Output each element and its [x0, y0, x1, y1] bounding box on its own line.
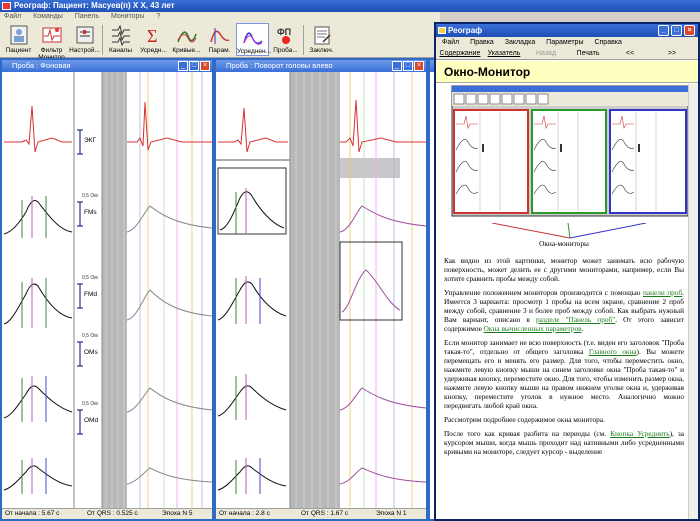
help-icon	[438, 27, 446, 34]
svg-text:ФП: ФП	[277, 27, 291, 37]
scale-label: 0,5 Ом	[82, 193, 98, 199]
status-epoch: Эпоха N 1	[376, 510, 407, 517]
patient-button[interactable]: Пациент	[2, 23, 35, 56]
link-main-window[interactable]: Главного окна	[589, 347, 637, 356]
patient-icon	[10, 25, 27, 45]
close-button[interactable]: ×	[414, 61, 424, 71]
svg-text:Σ: Σ	[147, 26, 157, 46]
index-button[interactable]: Указатель	[484, 48, 524, 59]
lead-label-oms: OMs	[84, 349, 98, 356]
help-menu-help[interactable]: Справка	[594, 39, 621, 46]
monitor-status-bar: От начала : 2.8 с От QRS : 1.67 с Эпоха …	[216, 508, 426, 519]
image-caption: Окна-мониторы	[539, 239, 589, 248]
link-computed-params-window[interactable]: Окна вычисленных параметров	[484, 324, 582, 333]
link-probe-panel[interactable]: панели проб	[643, 288, 682, 297]
contents-button[interactable]: Содержание	[438, 48, 482, 59]
lead-label-fmd: FMd	[84, 291, 97, 298]
help-title: Реограф	[448, 26, 483, 35]
conclusion-icon	[314, 26, 331, 45]
monitor-window-head-turn[interactable]: Проба : Поворот головы влево _ □ × От на…	[214, 58, 428, 521]
help-menu-file[interactable]: Файл	[442, 39, 459, 46]
settings-icon	[76, 26, 93, 44]
lead-label-omd: OMd	[84, 417, 99, 424]
close-button[interactable]: ×	[684, 25, 695, 36]
settings-button[interactable]: Настрой...	[68, 23, 101, 56]
main-menu-bar: Файл Команды Панель Мониторы ?	[0, 12, 440, 22]
menu-monitors[interactable]: Мониторы	[111, 13, 145, 20]
status-from-start: От начала : 2.8 с	[219, 510, 270, 517]
help-menu-edit[interactable]: Правка	[470, 39, 494, 46]
close-button[interactable]: ×	[200, 61, 210, 71]
paragraph: Рассмотрим подробнее содержимое окна мон…	[444, 415, 605, 424]
conclusion-button[interactable]: Заключ.	[305, 23, 338, 56]
app-icon	[2, 2, 11, 10]
help-nav-bar: Содержание Указатель Назад Печать << >>	[436, 48, 698, 60]
paragraph: После того как кривая разбита на периоды…	[444, 429, 685, 456]
params-button[interactable]: Парам.	[203, 23, 236, 56]
maximize-button[interactable]: □	[403, 61, 413, 71]
link-average-button[interactable]: Кнопка Усреднить	[610, 429, 669, 438]
averaged-icon	[242, 32, 263, 45]
curves-icon	[176, 31, 197, 43]
status-from-qrs: От QRS : 0.525 с	[87, 510, 138, 517]
menu-help[interactable]: ?	[156, 13, 160, 20]
channels-button[interactable]: Каналы	[104, 23, 137, 56]
scale-label: 0,5 Ом	[82, 401, 98, 407]
minimize-button[interactable]: _	[178, 61, 188, 71]
channels-icon	[111, 24, 130, 46]
help-menu-options[interactable]: Параметры	[546, 39, 583, 46]
monitor-title-bar[interactable]: Проба : Поворот головы влево _ □ ×	[216, 60, 426, 72]
callout-lines	[491, 223, 647, 239]
lead-label-ecg: ЭКГ	[84, 137, 96, 144]
main-window-title-bar[interactable]: Реограф: Пациент: Масуев(п) Х Х, 43 лет	[0, 0, 700, 12]
help-menu-bookmark[interactable]: Закладка	[505, 39, 535, 46]
menu-file[interactable]: Файл	[4, 13, 21, 20]
probe-button[interactable]: ФП Проба...	[269, 23, 302, 56]
average-button[interactable]: Σ Усредн...	[137, 23, 170, 56]
monitor-traces[interactable]	[2, 72, 212, 511]
monitor-title: Проба : Фоновая	[12, 61, 71, 70]
monitors-screenshot-image	[451, 85, 688, 217]
help-topic-heading: Окно-Монитор	[436, 61, 698, 83]
next-topic-button[interactable]: >>	[652, 48, 692, 59]
paragraph: Управление положением мониторов производ…	[444, 288, 684, 333]
main-window-title: Реограф: Пациент: Масуев(п) Х Х, 43 лет	[14, 1, 175, 10]
menu-commands[interactable]: Команды	[33, 13, 63, 20]
menu-panel[interactable]: Панель	[75, 13, 99, 20]
minimize-button[interactable]: _	[392, 61, 402, 71]
help-title-bar[interactable]: Реограф _ □ ×	[436, 24, 698, 37]
prev-topic-button[interactable]: <<	[610, 48, 650, 59]
help-body: Окна-мониторы Как видно из этой картинки…	[436, 84, 688, 519]
probe-icon: ФП	[277, 27, 291, 44]
lead-label-fms: FMs	[84, 209, 97, 216]
monitor-window-background[interactable]: Проба : Фоновая _ □ × ЭКГ 0,5 Ом FMs 0,5…	[0, 58, 214, 521]
sigma-icon: Σ	[147, 26, 157, 46]
monitor-status-bar: От начала : 5.67 с От QRS : 0.525 с Эпох…	[2, 508, 212, 519]
monitor-filter-button[interactable]: Фильтр Монитор	[35, 23, 68, 61]
paragraph: Если монитор занимает не всю поверхность…	[444, 338, 684, 410]
status-from-qrs: От QRS : 1.67 с	[301, 510, 349, 517]
back-button[interactable]: Назад	[526, 48, 566, 59]
status-from-start: От начала : 5.67 с	[5, 510, 60, 517]
monitor-traces[interactable]	[216, 72, 426, 511]
maximize-button[interactable]: □	[189, 61, 199, 71]
averaged-button[interactable]: Усреднен...	[236, 23, 271, 56]
link-probe-panel-section[interactable]: разделе "Панель проб"	[536, 315, 615, 324]
params-icon	[209, 28, 229, 44]
monitor-filter-icon	[42, 27, 61, 43]
help-menu-bar: Файл Правка Закладка Параметры Справка	[436, 37, 698, 48]
main-toolbar: Пациент Фильтр Монитор Настрой... Каналы…	[0, 22, 440, 61]
scale-label: 0,5 Ом	[82, 333, 98, 339]
help-scrollbar[interactable]	[688, 84, 698, 519]
minimize-button[interactable]: _	[658, 25, 669, 36]
curves-button[interactable]: Кривые...	[170, 23, 203, 56]
monitor-title: Проба : Поворот головы влево	[226, 61, 333, 70]
monitor-title-bar[interactable]: Проба : Фоновая _ □ ×	[2, 60, 212, 72]
maximize-button[interactable]: □	[671, 25, 682, 36]
scale-label: 0,5 Ом	[82, 275, 98, 281]
paragraph: Как видно из этой картинки, монитор може…	[444, 256, 684, 283]
print-button[interactable]: Печать	[568, 48, 608, 59]
help-window[interactable]: Реограф _ □ × Файл Правка Закладка Парам…	[434, 22, 700, 521]
status-epoch: Эпоха N 5	[162, 510, 193, 517]
